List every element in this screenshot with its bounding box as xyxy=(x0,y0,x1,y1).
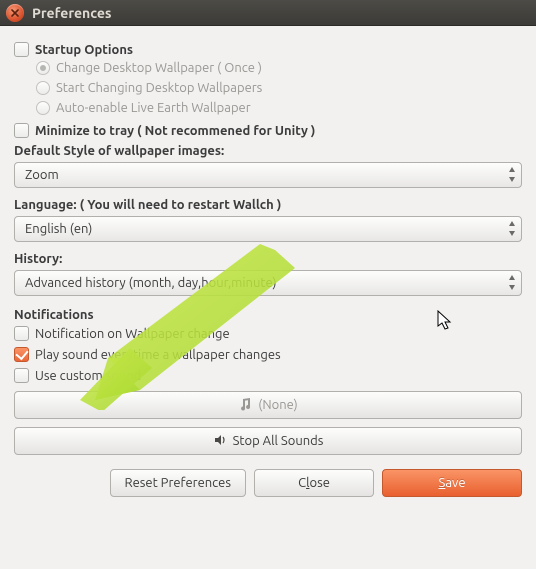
custom-sound-checkbox[interactable] xyxy=(14,368,29,383)
minimize-tray-checkbox[interactable] xyxy=(14,123,29,138)
spinner-icon xyxy=(507,274,517,291)
startup-options-heading: Startup Options xyxy=(35,43,133,57)
language-combo[interactable]: English (en) xyxy=(14,216,522,242)
titlebar: Preferences xyxy=(0,0,536,26)
language-label: Language: ( You will need to restart Wal… xyxy=(14,198,522,212)
notify-onchange-label: Notification on Wallpaper change xyxy=(35,327,230,341)
window-title: Preferences xyxy=(32,5,112,21)
close-button[interactable]: Close xyxy=(254,469,374,497)
startup-radio-changing-label: Start Changing Desktop Wallpapers xyxy=(56,81,262,95)
save-button[interactable]: Save xyxy=(382,469,522,497)
startup-radio-once[interactable] xyxy=(36,61,50,75)
default-style-label: Default Style of wallpaper images: xyxy=(14,144,522,158)
default-style-combo[interactable]: Zoom xyxy=(14,162,522,188)
startup-options-checkbox-row: Startup Options xyxy=(14,42,522,57)
reset-preferences-button[interactable]: Reset Preferences xyxy=(110,469,246,497)
notify-onchange-checkbox[interactable] xyxy=(14,326,29,341)
default-style-value: Zoom xyxy=(25,168,59,182)
startup-radio-changing[interactable] xyxy=(36,81,50,95)
spinner-icon xyxy=(507,166,517,183)
custom-sound-label: Use custom sound xyxy=(35,369,141,383)
play-sound-label: Play sound everytime a wallpaper changes xyxy=(35,348,281,362)
history-label: History: xyxy=(14,252,522,266)
sound-file-value: (None) xyxy=(258,398,297,412)
spinner-icon xyxy=(507,220,517,237)
stop-sounds-button[interactable]: Stop All Sounds xyxy=(14,427,522,455)
close-window-button[interactable] xyxy=(6,4,24,22)
notifications-heading: Notifications xyxy=(14,308,522,322)
history-value: Advanced history (month, day,hour,minute… xyxy=(25,276,277,290)
language-value: English (en) xyxy=(25,222,92,236)
speaker-icon xyxy=(213,433,227,450)
sound-file-button[interactable]: (None) xyxy=(14,391,522,419)
startup-radio-once-label: Change Desktop Wallpaper ( Once ) xyxy=(56,61,262,75)
startup-radio-liveearth-label: Auto-enable Live Earth Wallpaper xyxy=(56,101,251,115)
startup-radio-liveearth[interactable] xyxy=(36,101,50,115)
play-sound-checkbox[interactable] xyxy=(14,347,29,362)
history-combo[interactable]: Advanced history (month, day,hour,minute… xyxy=(14,270,522,296)
minimize-tray-label: Minimize to tray ( Not recommened for Un… xyxy=(35,124,315,138)
music-note-icon xyxy=(238,397,252,414)
stop-sounds-label: Stop All Sounds xyxy=(233,434,324,448)
startup-options-checkbox[interactable] xyxy=(14,42,29,57)
